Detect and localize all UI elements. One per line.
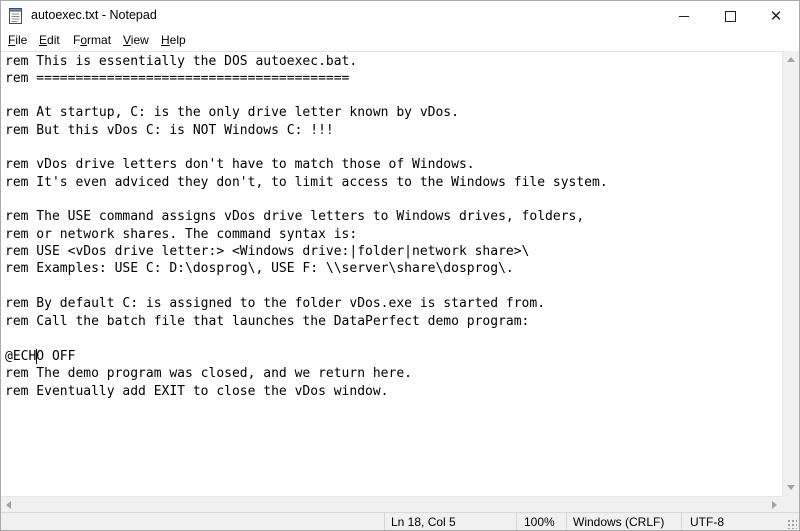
notepad-icon: [9, 8, 23, 24]
text-line: rem At startup, C: is the only drive let…: [5, 105, 459, 120]
scroll-down-icon[interactable]: [787, 485, 795, 490]
menu-help-label: elp: [169, 33, 186, 47]
encoding: UTF-8: [690, 515, 724, 529]
close-icon: ✕: [769, 7, 783, 25]
menu-view-mnemonic: V: [123, 33, 131, 47]
menu-help[interactable]: Help: [161, 33, 186, 47]
text-line: rem Examples: USE C: D:\dosprog\, USE F:…: [5, 261, 514, 276]
window-title: autoexec.txt - Notepad: [31, 8, 157, 22]
menu-help-mnemonic: H: [161, 33, 170, 47]
scroll-left-icon[interactable]: [6, 501, 11, 509]
text-caret: [36, 349, 37, 364]
scrollbar-corner: [782, 496, 799, 512]
menu-edit[interactable]: Edit: [39, 33, 60, 47]
text-line: rem But this vDos C: is NOT Windows C: !…: [5, 123, 334, 138]
maximize-button[interactable]: [707, 1, 753, 31]
menu-format-label: rmat: [87, 33, 112, 47]
horizontal-scrollbar[interactable]: [1, 496, 782, 513]
text-line: rem Eventually add EXIT to close the vDo…: [5, 384, 389, 399]
minimize-icon: [679, 15, 689, 17]
resize-grip-icon[interactable]: [787, 519, 797, 529]
text-line: rem ====================================…: [5, 71, 350, 86]
maximize-icon: [724, 10, 736, 22]
menu-edit-label: dit: [47, 33, 60, 47]
menu-format[interactable]: Format: [73, 33, 111, 47]
menu-edit-mnemonic: E: [39, 33, 48, 47]
menu-file-label: ile: [15, 33, 28, 47]
cursor-position: Ln 18, Col 5: [391, 515, 456, 529]
line-ending: Windows (CRLF): [573, 515, 665, 529]
status-bar: Ln 18, Col 5 100% Windows (CRLF) UTF-8: [1, 512, 799, 530]
text-editor[interactable]: rem This is essentially the DOS autoexec…: [1, 51, 782, 497]
minimize-button[interactable]: [661, 1, 707, 31]
scroll-up-icon[interactable]: [787, 57, 795, 62]
title-bar[interactable]: autoexec.txt - Notepad ✕: [1, 1, 799, 31]
menu-view[interactable]: View: [123, 33, 149, 47]
text-line: rem The demo program was closed, and we …: [5, 366, 412, 381]
text-line: rem USE <vDos drive letter:> <Windows dr…: [5, 244, 530, 259]
menu-file[interactable]: File: [8, 33, 27, 47]
status-separator: [681, 513, 682, 530]
zoom-level: 100%: [524, 515, 555, 529]
text-line: rem It's even adviced they don't, to lim…: [5, 175, 608, 190]
text-line: rem The USE command assigns vDos drive l…: [5, 209, 585, 224]
menu-view-label: iew: [130, 33, 149, 47]
text-line: rem This is essentially the DOS autoexec…: [5, 54, 358, 69]
status-separator: [516, 513, 517, 530]
status-separator: [384, 513, 385, 530]
text-line: rem Call the batch file that launches th…: [5, 314, 530, 329]
text-line: @ECHO OFF: [5, 349, 76, 364]
text-line: rem By default C: is assigned to the fol…: [5, 296, 546, 311]
scroll-right-icon[interactable]: [772, 501, 777, 509]
close-button[interactable]: ✕: [753, 1, 799, 31]
text-line: rem or network shares. The command synta…: [5, 227, 358, 242]
menu-bar: File Edit Format View Help: [1, 31, 799, 51]
status-separator: [566, 513, 567, 530]
vertical-scrollbar[interactable]: [782, 51, 799, 496]
notepad-window: autoexec.txt - Notepad ✕ File Edit Forma…: [0, 0, 800, 531]
text-line: rem vDos drive letters don't have to mat…: [5, 157, 475, 172]
